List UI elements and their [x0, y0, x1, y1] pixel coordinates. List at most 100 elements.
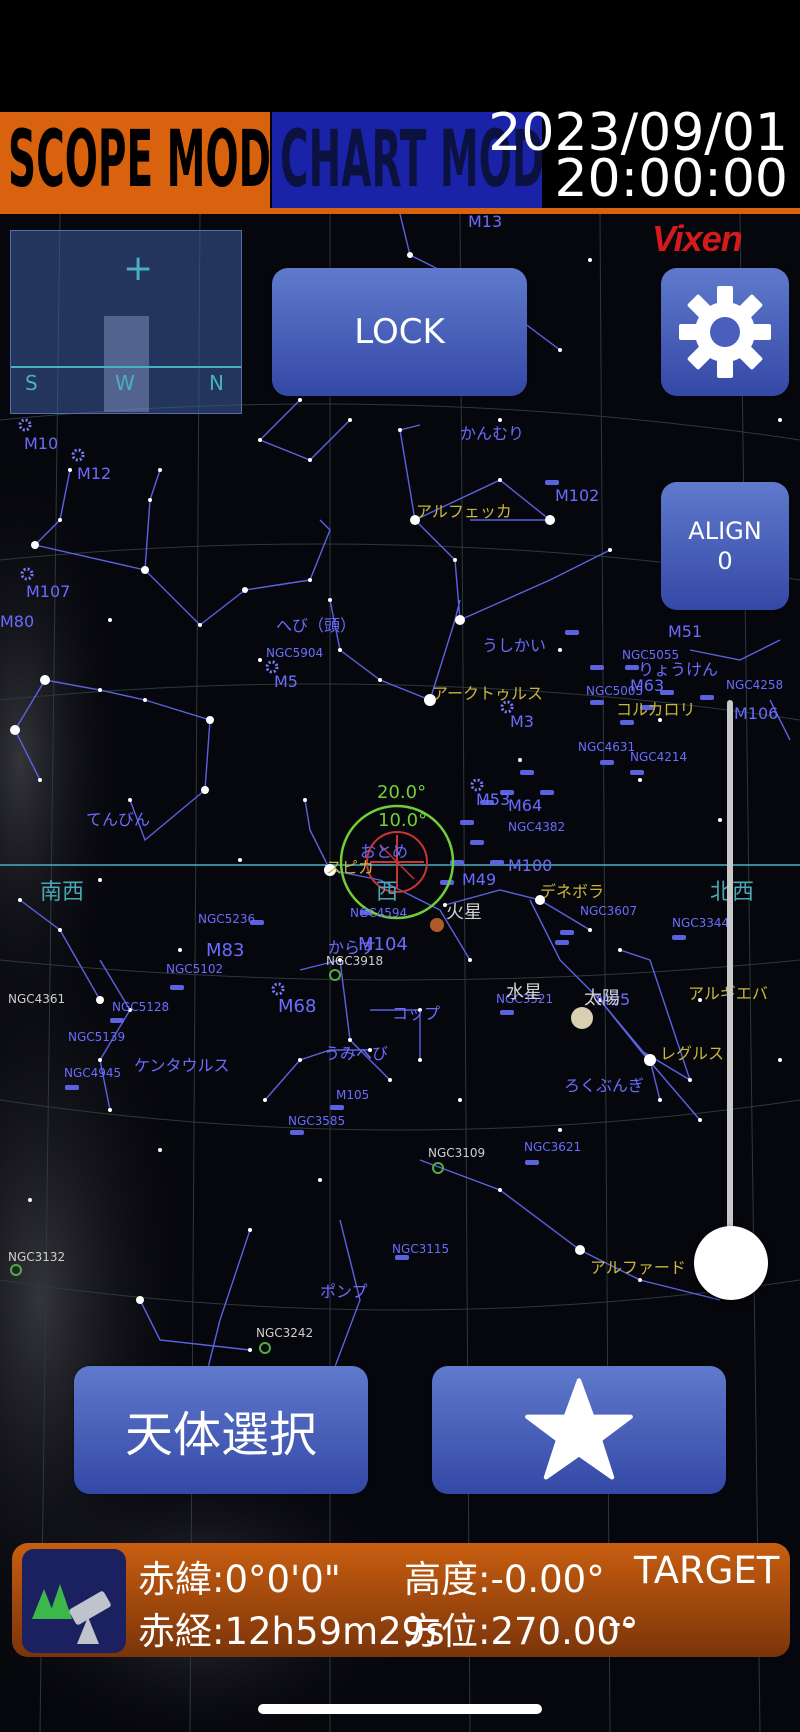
compass-minimap[interactable]: + S W N	[10, 230, 242, 414]
dec-value: 0°0'0"	[224, 1558, 341, 1601]
sky-label-ngc3344: NGC3344	[672, 916, 730, 930]
mars-marker	[430, 918, 444, 932]
compass-letter-w: W	[115, 371, 135, 395]
sky-label-ngc3918: NGC3132	[8, 1250, 66, 1264]
direction-west: 西	[376, 880, 399, 905]
constellation-sextans: ろくぶんぎ	[564, 1076, 645, 1095]
alt-value: -0.00°	[490, 1558, 605, 1601]
sky-label-ngc3607: NGC3607	[580, 904, 638, 918]
sky-label-ngc5236: NGC5236	[198, 912, 256, 926]
sky-label-m5: M5	[274, 672, 298, 691]
star-icon	[525, 1378, 633, 1480]
sky-label-m10: M10	[24, 434, 59, 453]
zoom-slider-handle[interactable]	[694, 1226, 768, 1300]
sky-label-ngc5128: NGC5128	[112, 1000, 170, 1014]
settings-button[interactable]	[661, 268, 789, 396]
sky-label-ngc5460: NGC4361	[8, 992, 66, 1006]
alt-readout: 高度:-0.00°	[404, 1549, 605, 1603]
sky-label-ngc5139: NGC5139	[68, 1030, 126, 1044]
telescope-icon	[22, 1549, 126, 1653]
sky-label-m13: M13	[468, 214, 503, 231]
datetime-display: 2023/09/01 20:00:00	[488, 107, 788, 205]
sky-label-ngc4382: NGC4382	[508, 820, 566, 834]
constellation-corona: かんむり	[460, 424, 525, 443]
star-chart[interactable]: M13 M10 M12 M102 M107 NGC5904 M5 M51 NGC…	[0, 214, 800, 1732]
favorite-button[interactable]	[432, 1366, 726, 1494]
sky-label-m64: M64	[508, 796, 543, 815]
sky-label-ngc3621: NGC3585	[288, 1114, 346, 1128]
compass-view-rect	[104, 316, 149, 412]
star-label-regulus: レグルス	[660, 1044, 725, 1063]
sky-label-ngc5904: NGC5904	[266, 646, 324, 660]
sky-label-ngc4594: NGC4594	[350, 906, 408, 920]
sky-label-m53: M53	[476, 790, 511, 809]
align-label: ALIGN	[688, 517, 762, 545]
coordinate-info-panel: 赤緯:0°0'0" 赤経:12h59m29s 高度:-0.00° 方位:270.…	[12, 1543, 790, 1657]
mercury-marker	[571, 1007, 593, 1029]
sky-label-ngc3109: NGC3115	[392, 1242, 450, 1256]
zoom-slider-track[interactable]	[727, 700, 733, 1265]
align-count: 0	[717, 547, 733, 575]
planet-label-sun: 太陽	[584, 988, 620, 1009]
star-label-spica: スピカ	[326, 858, 375, 877]
home-indicator[interactable]	[258, 1704, 542, 1714]
constellation-serpens: へび（頭）	[276, 616, 357, 635]
alt-label: 高度:	[404, 1558, 491, 1601]
sky-label-ngc5102: NGC5102	[166, 962, 224, 976]
target-value: --	[608, 1601, 635, 1644]
scope-mode-tab[interactable]: SCOPE MODE	[0, 112, 270, 208]
planet-label-mercury: 水星	[506, 982, 542, 1003]
direction-southwest: 南西	[40, 880, 85, 905]
star-label-alphecca: アルフェッカ	[416, 502, 512, 521]
star-label-cor-caroli: コルカロリ	[616, 700, 696, 719]
sky-label-ngc3242: NGC3109	[428, 1146, 486, 1160]
select-object-button[interactable]: 天体選択	[74, 1366, 368, 1494]
az-readout: 方位:270.00°	[404, 1601, 638, 1655]
sky-label-ngc3132: NGC3242	[256, 1326, 314, 1340]
constellation-corvus: からす	[328, 938, 376, 957]
sky-map-graphics	[0, 214, 800, 1732]
compass-horizon-line	[11, 366, 241, 368]
star-label-alphard: アルファード	[590, 1258, 686, 1277]
crosshair-icon: +	[123, 248, 154, 289]
sky-label-m106: M106	[734, 704, 779, 723]
sky-label-m12: M12	[77, 464, 112, 483]
sky-label-ngc4258: NGC4258	[726, 678, 784, 692]
sky-label-m83: M83	[206, 940, 245, 961]
constellation-centaurus: ケンタウルス	[134, 1056, 230, 1075]
fov-label-10deg: 10.0°	[378, 810, 428, 831]
constellation-hydra: うみへび	[324, 1044, 389, 1063]
sky-label-m100: M100	[508, 856, 553, 875]
vixen-logo: Vixen	[652, 218, 743, 259]
fov-label-20deg: 20.0°	[377, 782, 427, 803]
sky-label-m80: M80	[0, 612, 35, 631]
dec-readout: 赤緯:0°0'0"	[138, 1549, 341, 1603]
dec-label: 赤緯:	[138, 1558, 225, 1601]
sky-label-m102: M102	[555, 486, 600, 505]
planet-label-mars: 火星	[446, 902, 482, 923]
target-label: TARGET	[634, 1549, 780, 1592]
compass-letter-n: N	[209, 371, 224, 395]
constellation-crater: コップ	[392, 1004, 441, 1023]
sky-label-ngc4945: NGC4945	[64, 1066, 122, 1080]
constellation-canes: りょうけん	[638, 660, 719, 679]
align-button[interactable]: ALIGN 0	[661, 482, 789, 610]
ra-label: 赤経:	[138, 1610, 225, 1653]
constellation-bootes: うしかい	[482, 636, 547, 655]
header-bar: SCOPE MODE CHART MODE 2023/09/01 20:00:0…	[0, 107, 800, 214]
sky-label-ngc4214: NGC4214	[630, 750, 688, 764]
star-label-denebola: デネボラ	[540, 882, 605, 901]
sky-label-m68: M68	[278, 996, 317, 1017]
sky-label-m107: M107	[26, 582, 71, 601]
constellation-libra: てんびん	[86, 810, 151, 829]
sky-label-ngc3585: M105	[336, 1088, 370, 1102]
lock-button[interactable]: LOCK	[272, 268, 527, 396]
gear-icon	[679, 286, 771, 378]
sky-label-m51: M51	[668, 622, 703, 641]
sky-label-ngc3115: NGC3621	[524, 1140, 582, 1154]
status-bar	[0, 0, 800, 110]
scope-mode-label: SCOPE MODE	[8, 115, 270, 205]
constellation-antlia: ポンプ	[320, 1282, 368, 1301]
sky-label-m3: M3	[510, 712, 534, 731]
sky-label-ngc4631: NGC4631	[578, 740, 636, 754]
